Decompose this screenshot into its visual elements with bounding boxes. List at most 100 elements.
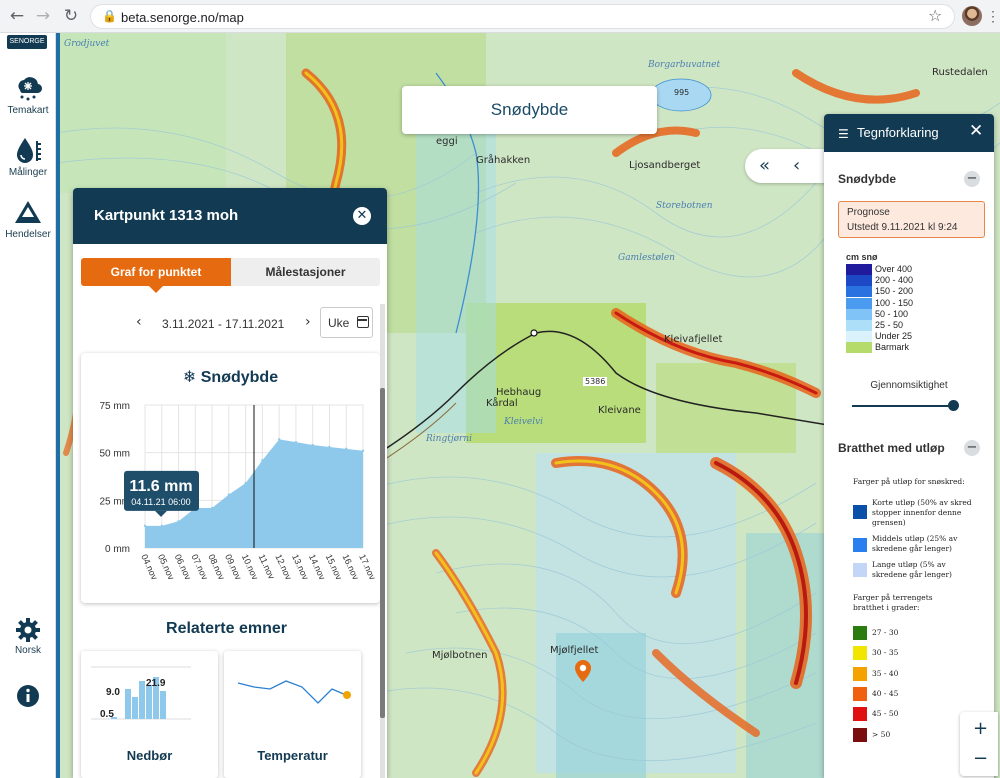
snowflake-icon: ❄ (182, 367, 197, 386)
browser-menu-icon[interactable]: ⋮ (986, 6, 1000, 26)
data-point (177, 520, 180, 523)
map-place-label: eggi (436, 136, 458, 147)
nedbor-value: 21.9 (146, 678, 166, 689)
panel-collapse-controls: « ‹ (745, 149, 830, 183)
tab-malestasjoner[interactable]: Målestasjoner (231, 258, 380, 286)
steepness-swatch (853, 686, 867, 701)
address-bar[interactable]: 🔒 beta.senorge.no/map (90, 4, 955, 29)
steepness-swatch (853, 626, 867, 640)
map-place-label: Kårdal (486, 398, 518, 409)
snow-depth-unit-title: cm snø (846, 252, 878, 262)
data-point (277, 438, 281, 441)
map-place-label: Rustedalen (932, 67, 988, 78)
related-label: Temperatur (257, 748, 328, 763)
data-point (261, 459, 264, 462)
snow-depth-swatch (846, 331, 872, 343)
left-navigation-rail: SENORGE Temakart Målinger Hendelser Nors… (0, 33, 56, 778)
legend-title: Tegnforklaring (857, 125, 939, 140)
senorge-logo[interactable]: SENORGE (7, 35, 47, 49)
close-icon[interactable]: ✕ (969, 121, 983, 141)
collapse-section-icon[interactable]: − (964, 440, 980, 456)
back-icon[interactable]: ← (6, 5, 28, 27)
panel-title: Kartpunkt 1313 moh (94, 207, 239, 224)
rail-label: Hendelser (5, 229, 51, 240)
map-layer-title: Snødybde (402, 86, 657, 134)
rail-label: Målinger (8, 167, 48, 178)
data-point (361, 449, 365, 452)
utlop-swatch (853, 563, 867, 577)
snow-depth-swatch (846, 275, 872, 287)
reload-icon[interactable]: ↻ (60, 5, 82, 27)
steepness-swatch (853, 727, 867, 742)
legend-header: ☰ Tegnforklaring ✕ (824, 114, 994, 152)
snow-depth-class-label: 50 - 100 (875, 308, 909, 319)
map-place-label: Mjølbotnen (432, 650, 488, 661)
data-point (244, 481, 247, 485)
nedbor-thumbnail (91, 666, 191, 720)
rail-item-temakart[interactable]: Temakart (0, 73, 56, 116)
utlop-swatch (853, 538, 867, 552)
steepness-class-label: 40 - 45 (872, 688, 899, 698)
info-button[interactable] (0, 684, 56, 708)
snow-depth-class-label: 25 - 50 (875, 320, 904, 330)
data-point (227, 493, 231, 496)
profile-avatar[interactable] (962, 6, 982, 26)
collapse-all-icon[interactable]: « (759, 155, 770, 176)
opacity-label: Gjennomsiktighet (870, 380, 948, 391)
panel-scrollbar[interactable] (380, 304, 385, 778)
snow-depth-swatch (846, 264, 872, 275)
snow-depth-swatch (846, 320, 872, 331)
next-period-icon[interactable]: › (305, 314, 311, 330)
scrollbar-thumb[interactable] (380, 388, 385, 718)
data-point (210, 506, 214, 510)
map-place-label: Mjølfjellet (550, 645, 599, 656)
bookmark-star-icon[interactable]: ☆ (928, 6, 942, 25)
chart-title: ❄ Snødybde (81, 367, 380, 387)
steepness-swatch (853, 646, 867, 661)
snow-depth-class-label: Under 25 (875, 331, 913, 342)
rail-item-malinger[interactable]: Målinger (0, 135, 56, 178)
opacity-slider-track[interactable] (852, 405, 958, 407)
snow-depth-swatch (846, 342, 872, 354)
snow-depth-class-label: Barmark (875, 342, 910, 353)
zoom-out-icon[interactable]: − (973, 748, 988, 769)
related-card-nedbor[interactable]: 9.0 0.5 21.9 Nedbør (81, 651, 218, 778)
map-place-label: Grodjuvet (64, 39, 110, 49)
snodybde-chart-card: 0 mm 25 mm 50 mm 75 mm 04.nov 05.nov 06.nov 07.… (81, 353, 380, 603)
zoom-in-icon[interactable]: + (973, 718, 988, 739)
steepness-swatch (853, 707, 867, 722)
close-icon[interactable]: ✕ (353, 207, 371, 225)
related-card-temperatur[interactable]: Temperatur (224, 651, 361, 778)
steepness-class-label: 35 - 40 (872, 668, 899, 678)
collapse-icon[interactable]: ‹ (793, 155, 800, 176)
map-place-label: Storebotnen (656, 201, 713, 211)
data-point (328, 445, 331, 449)
map-place-label: Ljosandberget (629, 160, 701, 171)
period-select[interactable]: Uke (320, 307, 373, 338)
map-place-label: Gamlestølen (618, 253, 675, 263)
cloud-snow-icon (18, 77, 43, 101)
data-point (311, 443, 314, 447)
opacity-slider-handle[interactable] (948, 400, 959, 411)
map-place-label: Hebhaug (496, 387, 542, 398)
tab-graf-for-punktet[interactable]: Graf for punktet (81, 258, 231, 286)
snow-depth-swatch (846, 297, 872, 309)
collapse-section-icon[interactable]: − (964, 171, 980, 187)
snodybde-chart[interactable]: 0 mm25 mm50 mm75 mm04.nov05.nov06.nov07.… (81, 353, 380, 603)
map-place-label: 995 (674, 88, 690, 97)
date-range: 3.11.2021 - 17.11.2021 (162, 317, 285, 331)
legend-panel: ☰ Tegnforklaring ✕ Snødybde − Prognose U… (824, 114, 994, 778)
snow-depth-class-label: 200 - 400 (875, 275, 914, 286)
forward-icon[interactable]: → (32, 5, 54, 27)
temperatur-thumbnail (237, 680, 351, 704)
steepness-heading: Farger på terrengets bratthet i grader: (853, 593, 933, 612)
rail-item-settings[interactable]: Norsk (0, 617, 56, 656)
chart-tooltip-arrow (155, 510, 167, 517)
panel-header: Kartpunkt 1313 moh ✕ (73, 188, 387, 244)
kartpunkt-panel: Kartpunkt 1313 moh ✕ Graf for punktet Må… (73, 188, 387, 778)
previous-period-icon[interactable]: ‹ (136, 314, 142, 330)
url-text[interactable]: beta.senorge.no/map (121, 10, 244, 25)
issued-time: Utstedt 9.11.2021 kl 9:24 (847, 222, 958, 233)
location-pin-icon[interactable] (574, 659, 592, 683)
rail-item-hendelser[interactable]: Hendelser (0, 197, 56, 240)
